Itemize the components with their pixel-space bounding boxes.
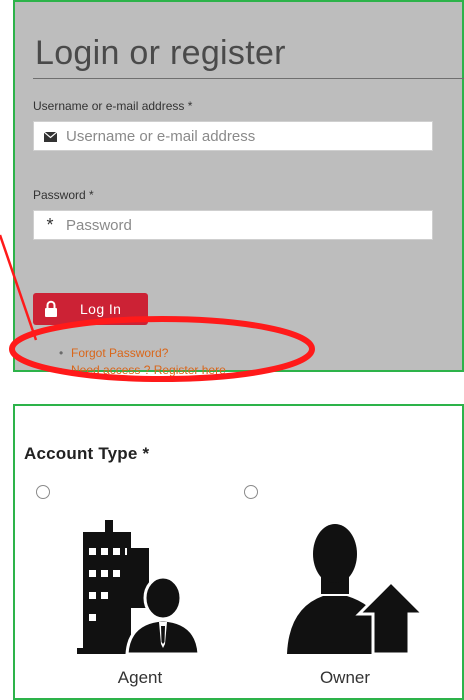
password-field[interactable]: * bbox=[33, 210, 433, 240]
forgot-password-label: Forgot Password? bbox=[71, 346, 169, 360]
login-button-label: Log In bbox=[80, 301, 122, 317]
login-panel: Login or register Username or e-mail add… bbox=[13, 0, 464, 377]
agent-radio[interactable] bbox=[36, 485, 50, 499]
envelope-icon bbox=[42, 122, 58, 150]
username-label: Username or e-mail address * bbox=[33, 99, 193, 113]
forgot-password-link[interactable]: • Forgot Password? bbox=[59, 345, 226, 362]
agent-building-icon[interactable] bbox=[75, 518, 205, 660]
agent-label: Agent bbox=[117, 668, 163, 687]
page-title: Login or register bbox=[35, 34, 286, 72]
account-type-title: Account Type * bbox=[24, 444, 150, 463]
asterisk-icon: * bbox=[46, 215, 54, 235]
password-label: Password * bbox=[33, 188, 94, 202]
username-field[interactable] bbox=[33, 121, 433, 151]
owner-house-icon[interactable] bbox=[283, 516, 423, 662]
register-link[interactable]: • Need access ? Register here bbox=[59, 362, 226, 379]
bullet: • bbox=[59, 363, 64, 377]
password-input[interactable] bbox=[66, 213, 426, 237]
username-input[interactable] bbox=[66, 124, 426, 148]
title-divider bbox=[33, 78, 464, 79]
login-button[interactable]: Log In bbox=[33, 293, 148, 325]
account-type-panel: Account Type * Agent Owner bbox=[13, 404, 464, 700]
register-label: Need access ? Register here bbox=[71, 363, 226, 377]
lock-icon bbox=[45, 300, 57, 317]
owner-radio[interactable] bbox=[244, 485, 258, 499]
bullet: • bbox=[59, 346, 64, 360]
help-links: • Forgot Password? • Need access ? Regis… bbox=[59, 345, 226, 379]
owner-label: Owner bbox=[319, 668, 371, 687]
